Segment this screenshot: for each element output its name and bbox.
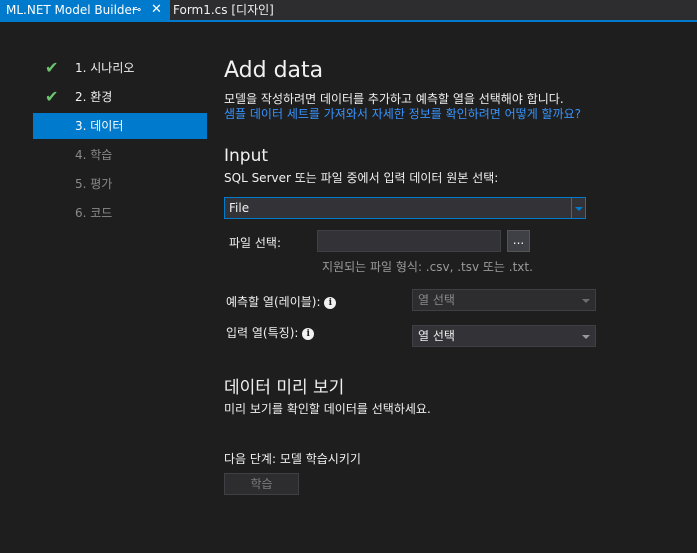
nav-item-code[interactable]: 6. 코드 bbox=[33, 200, 207, 226]
next-step-text: 다음 단계: 모델 학습시키기 bbox=[224, 452, 361, 466]
feature-column-label: 입력 열(특징): bbox=[226, 326, 299, 340]
input-heading: Input bbox=[224, 146, 269, 166]
page-title: Add data bbox=[224, 58, 324, 83]
train-button[interactable]: 학습 bbox=[224, 473, 299, 495]
data-source-select[interactable]: File bbox=[224, 197, 586, 219]
tab-title: Form1.cs [디자인] bbox=[173, 3, 274, 17]
input-description: SQL Server 또는 파일 중에서 입력 데이터 원본 선택: bbox=[224, 171, 499, 185]
nav-item-data[interactable]: 3. 데이터 bbox=[33, 113, 207, 139]
browse-button[interactable]: ... bbox=[507, 230, 530, 252]
nav-item-label: 5. 평가 bbox=[75, 177, 113, 191]
chevron-down-icon[interactable] bbox=[571, 198, 585, 218]
tab-form1-designer[interactable]: Form1.cs [디자인] bbox=[170, 0, 280, 20]
sample-data-link[interactable]: 샘플 데이터 세트를 가져와서 자세한 정보를 확인하려면 어떻게 할까요? bbox=[224, 105, 581, 122]
nav-item-environment[interactable]: ✔ 2. 환경 bbox=[33, 84, 207, 110]
feature-column-select[interactable]: 열 선택 bbox=[412, 325, 596, 347]
label-column-value: 열 선택 bbox=[418, 293, 455, 307]
tab-model-builder[interactable]: ML.NET Model Builder ⊸ ✕ bbox=[0, 0, 170, 20]
close-icon[interactable]: ✕ bbox=[151, 0, 162, 20]
checkmark-icon: ✔ bbox=[45, 87, 59, 106]
info-icon[interactable]: i bbox=[302, 327, 315, 340]
data-source-value: File bbox=[229, 201, 250, 215]
label-column-row: 예측할 열(레이블): i bbox=[226, 293, 337, 310]
label-column-select[interactable]: 열 선택 bbox=[412, 289, 596, 311]
document-tab-bar: ML.NET Model Builder ⊸ ✕ Form1.cs [디자인] bbox=[0, 0, 697, 22]
checkmark-icon: ✔ bbox=[45, 58, 59, 77]
feature-column-value: 열 선택 bbox=[418, 329, 455, 343]
info-icon[interactable]: i bbox=[324, 296, 337, 309]
nav-item-train[interactable]: 4. 학습 bbox=[33, 142, 207, 168]
supported-formats-text: 지원되는 파일 형식: .csv, .tsv 또는 .txt. bbox=[322, 260, 533, 274]
preview-description: 미리 보기를 확인할 데이터를 선택하세요. bbox=[224, 402, 431, 416]
nav-item-label: 6. 코드 bbox=[75, 206, 113, 220]
nav-item-label: 4. 학습 bbox=[75, 148, 113, 162]
nav-item-label: 3. 데이터 bbox=[75, 119, 124, 133]
file-path-input[interactable] bbox=[317, 230, 501, 252]
nav-item-label: 1. 시나리오 bbox=[75, 61, 135, 75]
file-select-label: 파일 선택: bbox=[229, 236, 282, 250]
preview-heading: 데이터 미리 보기 bbox=[224, 378, 345, 398]
nav-item-evaluate[interactable]: 5. 평가 bbox=[33, 171, 207, 197]
pin-icon[interactable]: ⊸ bbox=[132, 0, 141, 20]
nav-item-scenario[interactable]: ✔ 1. 시나리오 bbox=[33, 55, 207, 81]
label-column-label: 예측할 열(레이블): bbox=[226, 295, 321, 309]
nav-item-label: 2. 환경 bbox=[75, 90, 113, 104]
tab-title: ML.NET Model Builder bbox=[6, 3, 137, 17]
feature-column-row: 입력 열(특징): i bbox=[226, 324, 315, 341]
